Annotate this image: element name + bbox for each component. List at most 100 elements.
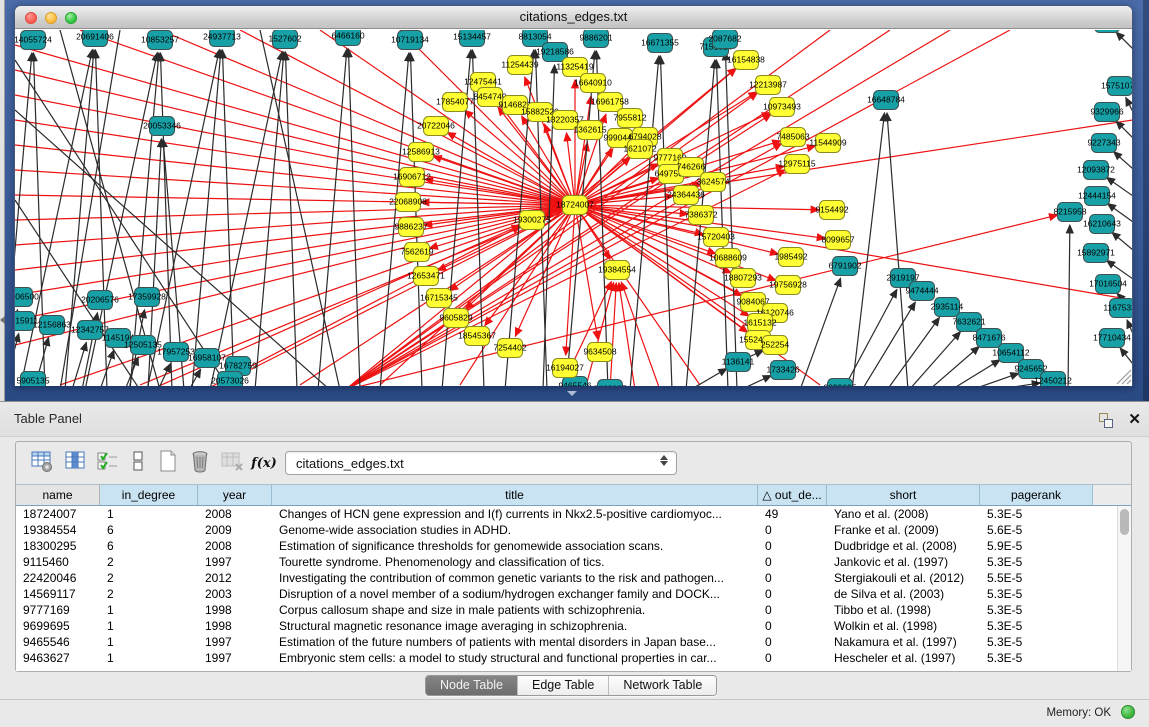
memory-status-indicator[interactable] [1121,705,1135,719]
graph-node[interactable]: 8215958 [1053,203,1086,222]
graph-node[interactable]: 2087682 [708,30,741,49]
graph-node[interactable]: 17016504 [1089,275,1127,294]
graph-node[interactable]: 1527602 [268,30,301,49]
control-panel-splitter[interactable] [0,0,5,401]
column-header-pagerank[interactable]: pagerank [980,485,1093,505]
graph-node[interactable]: 16671355 [641,34,679,53]
graph-node[interactable]: 20691406 [76,30,114,47]
table-mode-button[interactable] [28,449,56,477]
graph-node[interactable]: 9463627 [593,380,626,387]
graph-node[interactable]: 9154492 [815,201,848,220]
graph-node[interactable]: 10853257 [141,31,179,50]
window-title-bar[interactable]: citations_edges.txt [15,6,1132,29]
scrollbar-thumb[interactable] [1120,509,1129,535]
graph-node[interactable]: 16194027 [546,359,584,378]
graph-node[interactable]: 9699695 [823,379,856,387]
graph-node[interactable]: 12213987 [749,76,787,95]
function-builder-button[interactable]: f(x) [250,449,278,477]
graph-node[interactable]: 1136141 [722,353,755,372]
graph-node[interactable]: 16154838 [727,51,765,70]
tab-node-table[interactable]: Node Table [426,676,517,695]
new-document-button[interactable] [154,449,182,477]
graph-node[interactable]: 15751074 [1101,77,1132,96]
graph-node[interactable]: 20053346 [143,117,181,136]
table-row[interactable]: 911546021997Tourette syndrome. Phenomeno… [16,554,1131,570]
merge-rows-button[interactable] [124,449,152,477]
graph-node[interactable]: 18545367 [458,327,496,346]
graph-node[interactable]: 16210643 [1083,215,1121,234]
graph-node[interactable]: 17854077 [436,93,474,112]
column-header-short[interactable]: short [827,485,980,505]
graph-node[interactable]: 1985492 [774,248,807,267]
graph-node[interactable]: 9329966 [1090,103,1123,122]
float-window-icon[interactable] [1099,413,1115,429]
graph-node[interactable]: 18661324 [1088,30,1126,33]
graph-node[interactable]: 252254 [761,336,790,355]
table-row[interactable]: 1830029562008Estimation of significance … [16,538,1131,554]
column-header-year[interactable]: year [198,485,272,505]
table-row[interactable]: 2242004622012Investigating the contribut… [16,570,1131,586]
graph-node[interactable]: 15134457 [453,30,491,47]
table-row[interactable]: 1872400712008Changes of HCN gene express… [16,506,1131,522]
close-panel-icon[interactable]: ✕ [1128,410,1141,430]
graph-node[interactable]: 9634508 [583,343,616,362]
graph-node[interactable]: 14055724 [15,31,52,50]
graph-node[interactable]: 1621072 [623,140,656,159]
graph-node[interactable]: 9605829 [439,309,472,328]
graph-node[interactable]: 24937713 [203,30,241,47]
splitter-collapse-icon[interactable] [0,316,5,324]
graph-node[interactable]: 15720403 [697,228,735,247]
delete-table-button[interactable] [218,449,246,477]
graph-node[interactable]: 6466160 [331,30,364,46]
graph-node[interactable]: 9886237 [394,218,427,237]
close-window-button[interactable] [25,12,37,24]
graph-node[interactable]: 7386372 [684,206,717,225]
graph-node[interactable]: 9474444 [905,282,938,301]
graph-node[interactable]: 7485063 [776,128,809,147]
split-pane-grabber[interactable] [567,391,577,396]
column-header-out_de[interactable]: △ out_de... [758,485,827,505]
graph-node[interactable]: 1615132 [743,314,776,333]
graph-node[interactable]: 5905135 [16,372,49,387]
show-columns-button[interactable] [62,449,90,477]
column-header-title[interactable]: title [272,485,758,505]
minimize-window-button[interactable] [45,12,57,24]
graph-node[interactable]: 1733426 [766,361,799,380]
table-vertical-scrollbar[interactable] [1117,506,1131,671]
graph-node[interactable]: 12093872 [1077,161,1115,180]
graph-node[interactable]: 16648784 [867,91,905,110]
graph-node[interactable]: 17710434 [1093,329,1131,348]
graph-node[interactable]: 9886201 [579,30,612,48]
table-row[interactable]: 946554611997Estimation of the future num… [16,634,1131,650]
graph-node[interactable]: 16715345 [420,289,458,308]
column-header-in_degree[interactable]: in_degree [100,485,198,505]
column-header-name[interactable]: name [16,485,100,505]
graph-node[interactable]: 7254402 [493,339,526,358]
graph-node[interactable]: 12444154 [1078,187,1116,206]
table-row[interactable]: 946362711997Embryonic stem cells: a mode… [16,650,1131,666]
table-row[interactable]: 977716911998Corpus callosum shape and si… [16,602,1131,618]
graph-node[interactable]: 11675333 [1103,299,1132,318]
graph-node[interactable]: 1362615 [573,121,606,140]
zoom-window-button[interactable] [65,12,77,24]
graph-node[interactable]: 8099657 [821,231,854,250]
network-canvas[interactable]: 14055724 20691406 10853257 24937713 1527602 6… [15,30,1132,386]
graph-node[interactable]: 10688609 [709,249,747,268]
table-row[interactable]: 969969511998Structural magnetic resonanc… [16,618,1131,634]
graph-node[interactable]: 7955812 [613,109,646,128]
graph-node[interactable]: 18807293 [724,269,762,288]
table-row[interactable]: 1938455462009Genome-wide association stu… [16,522,1131,538]
tab-network-table[interactable]: Network Table [608,676,716,695]
graph-node[interactable]: 6791902 [828,257,861,276]
network-table-selector[interactable]: citations_edges.txt [285,451,677,475]
graph-node[interactable]: 23206500 [15,288,39,307]
row-selection-button[interactable] [94,449,122,477]
graph-node[interactable]: 20206576 [81,291,119,310]
graph-node[interactable]: 746266 [677,158,706,177]
graph-node[interactable]: 7562619 [400,243,433,262]
graph-node[interactable]: 11544909 [809,134,846,153]
graph-node[interactable]: 15892971 [1077,244,1115,263]
graph-node[interactable]: 9227343 [1087,134,1120,153]
table-row[interactable]: 1456911722003Disruption of a novel membe… [16,586,1131,602]
tab-edge-table[interactable]: Edge Table [517,676,608,695]
